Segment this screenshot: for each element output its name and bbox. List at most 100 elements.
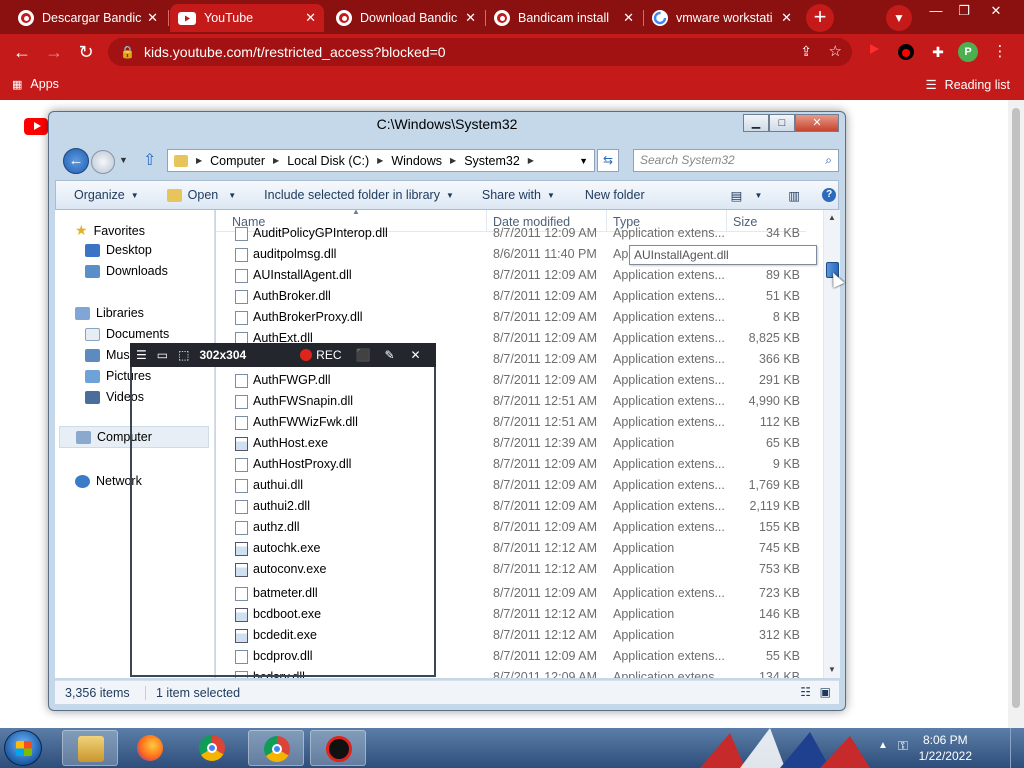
breadcrumb-computer[interactable]: Computer (210, 154, 265, 168)
page-scroll-thumb[interactable] (1012, 108, 1020, 708)
file-date: 8/7/2011 12:09 AM (493, 289, 598, 303)
recorder-extension-icon[interactable] (896, 42, 916, 62)
up-folder-icon[interactable]: ⇧ (143, 150, 156, 170)
tab-search-button[interactable]: ▼ (886, 5, 912, 31)
scroll-up-icon[interactable]: ▲ (824, 210, 840, 226)
nav-libraries[interactable]: Libraries (75, 306, 144, 320)
file-date: 8/7/2011 12:09 AM (493, 373, 598, 387)
close-tab-icon[interactable]: ✕ (781, 10, 792, 26)
search-input[interactable]: Search System32 ⌕ (633, 149, 839, 172)
address-bar[interactable]: 🔒 kids.youtube.com/t/restricted_access?b… (108, 38, 852, 66)
chrome-icon (199, 735, 225, 761)
organize-button[interactable]: Organize ▼ (74, 188, 139, 202)
taskbar-bandicam[interactable] (310, 730, 366, 766)
new-folder-button[interactable]: New folder (585, 188, 645, 202)
camera-icon[interactable]: ⬛ (356, 348, 371, 362)
taskbar-explorer[interactable] (62, 730, 118, 766)
tab-descargar-bandicam[interactable]: Descargar Bandic ✕ (10, 4, 166, 32)
history-dropdown-icon[interactable]: ▼ (119, 155, 128, 165)
chevron-down-icon: ▼ (546, 190, 555, 200)
share-with-button[interactable]: Share with ▼ (482, 188, 555, 202)
open-button[interactable]: Open ▼ (166, 188, 236, 202)
restore-icon[interactable]: ❐ (950, 0, 978, 22)
file-row[interactable]: AuthBrokerProxy.dll 8/7/2011 12:09 AM Appl… (216, 307, 806, 328)
reload-button[interactable]: ↻ (74, 40, 98, 64)
apps-shortcut[interactable]: ▦ Apps (12, 77, 59, 91)
hamburger-menu-icon[interactable]: ☰ (136, 348, 147, 362)
nav-downloads[interactable]: Downloads (85, 264, 168, 278)
pencil-icon[interactable]: ✎ (384, 348, 394, 362)
network-tray-icon[interactable]: ⚿ (898, 738, 908, 754)
close-tab-icon[interactable]: ✕ (465, 10, 476, 26)
select-area-icon[interactable]: ⬚ (178, 348, 189, 362)
file-size: 55 KB (765, 649, 800, 663)
tab-vmware[interactable]: vmware workstati ✕ (644, 4, 800, 32)
menu-dots-icon[interactable]: ⋮ (990, 42, 1010, 62)
taskbar-firefox[interactable] (122, 730, 178, 766)
back-button[interactable]: ← (10, 40, 34, 64)
file-row[interactable]: AuthBroker.dll 8/7/2011 12:09 AM Applicati… (216, 286, 806, 307)
file-row[interactable]: AuditPolicyGPInterop.dll 8/7/2011 12:09 A… (216, 223, 806, 244)
bookmark-star-icon[interactable]: ☆ (829, 42, 842, 60)
breadcrumb-system32[interactable]: System32 (464, 154, 520, 168)
scroll-down-icon[interactable]: ▼ (824, 662, 840, 678)
explorer-close-icon[interactable]: ✕ (795, 114, 839, 132)
refresh-icon[interactable]: ⇆ (597, 149, 619, 172)
explorer-back-button[interactable]: ← (63, 148, 89, 174)
capture-resolution: 302x304 (199, 348, 247, 362)
details-view-icon[interactable]: ☷ (800, 685, 811, 699)
file-date: 8/7/2011 12:09 AM (493, 268, 598, 282)
file-type: Application extens... (613, 478, 725, 492)
close-tab-icon[interactable]: ✕ (305, 10, 316, 26)
file-row[interactable]: AUInstallAgent.dll 8/7/2011 12:09 AM Appli… (216, 265, 806, 286)
share-icon[interactable]: ⇪ (800, 43, 812, 60)
bandicam-toolbar: ☰ ▭ ⬚ 302x304 REC ⬛ ✎ ✕ (130, 343, 436, 367)
clock[interactable]: 8:06 PM 1/22/2022 (919, 732, 972, 764)
preview-pane-button[interactable]: ▥ (788, 188, 800, 203)
chevron-down-icon: ▼ (754, 190, 763, 200)
nav-documents[interactable]: Documents (85, 327, 169, 341)
page-scrollbar[interactable] (1008, 100, 1024, 728)
close-window-icon[interactable]: ✕ (982, 0, 1010, 22)
explorer-minimize-icon[interactable]: ▁ (743, 114, 769, 132)
new-tab-button[interactable]: + (806, 4, 834, 32)
view-options-button[interactable]: ▤ ▼ (731, 188, 763, 203)
fullscreen-icon[interactable]: ▭ (157, 348, 168, 362)
tab-youtube[interactable]: YouTube ✕ (170, 4, 324, 32)
capture-area-frame[interactable] (130, 367, 436, 677)
tab-download-bandicam[interactable]: Download Bandic ✕ (328, 4, 484, 32)
file-size: 51 KB (765, 289, 800, 303)
file-date: 8/7/2011 12:09 AM (493, 310, 598, 324)
explorer-maximize-icon[interactable]: □ (769, 114, 795, 132)
address-dropdown-icon[interactable]: ▼ (579, 156, 588, 166)
explorer-breadcrumb[interactable]: ▶ Computer ▶ Local Disk (C:) ▶ Windows ▶… (167, 149, 595, 172)
breadcrumb-windows[interactable]: Windows (391, 154, 442, 168)
close-tab-icon[interactable]: ✕ (623, 10, 634, 26)
explorer-forward-button[interactable] (91, 150, 115, 174)
help-button[interactable]: ? (822, 188, 837, 202)
minimize-icon[interactable]: — (922, 0, 950, 22)
reading-list-button[interactable]: ☰ Reading list (925, 77, 1010, 93)
tab-bandicam-install[interactable]: Bandicam install ✕ (486, 4, 642, 32)
breadcrumb-local-disk[interactable]: Local Disk (C:) (287, 154, 369, 168)
nav-desktop[interactable]: Desktop (85, 243, 152, 257)
file-name: AUInstallAgent.dll (253, 268, 352, 282)
bandicam-close-icon[interactable]: ✕ (411, 348, 421, 362)
close-tab-icon[interactable]: ✕ (147, 10, 158, 26)
profile-avatar[interactable]: P (958, 42, 978, 62)
taskbar-chrome-active[interactable] (248, 730, 304, 766)
explorer-folder-icon (78, 736, 104, 762)
rec-button[interactable]: REC (300, 348, 342, 362)
forward-button[interactable]: → (42, 40, 66, 64)
youtube-extension-icon[interactable] (864, 42, 884, 62)
dll-file-icon (235, 248, 248, 262)
include-in-library-button[interactable]: Include selected folder in library ▼ (264, 188, 454, 202)
large-icons-view-icon[interactable]: ▣ (820, 685, 831, 699)
show-desktop-button[interactable] (1010, 728, 1024, 768)
pictures-icon (85, 369, 100, 383)
taskbar-chrome[interactable] (184, 730, 240, 766)
start-button[interactable] (4, 730, 42, 766)
show-hidden-icons[interactable]: ▲ (878, 740, 888, 751)
nav-favorites[interactable]: ★ Favorites (75, 222, 145, 239)
extensions-puzzle-icon[interactable]: ✚ (928, 42, 948, 62)
